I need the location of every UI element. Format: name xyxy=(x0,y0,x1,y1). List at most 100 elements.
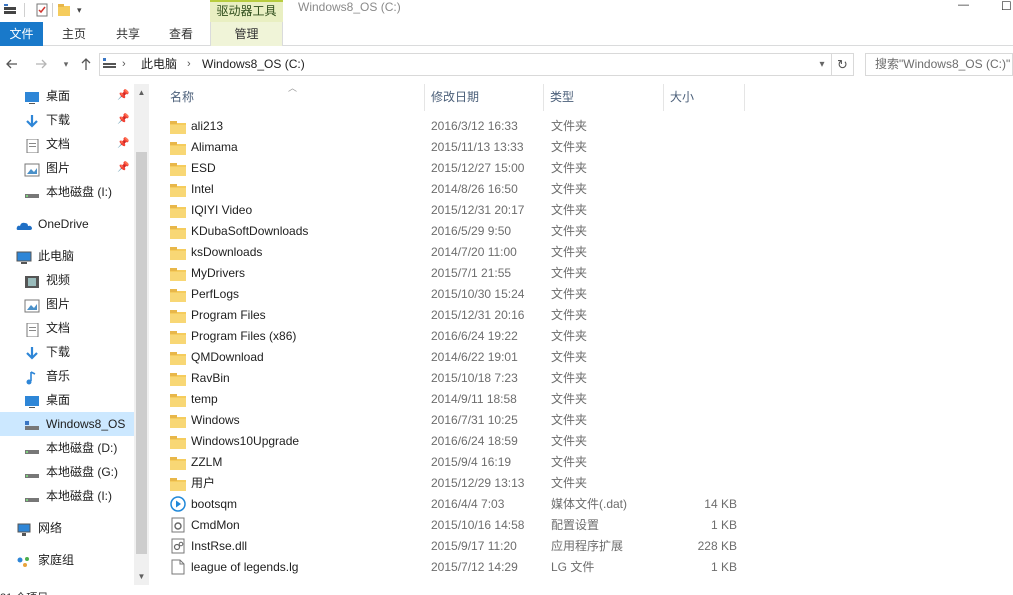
pin-icon: 📌 xyxy=(117,138,130,149)
recent-locations-chevron-icon[interactable]: ▾ xyxy=(58,56,74,72)
forward-arrow-icon[interactable] xyxy=(33,56,49,72)
file-row[interactable]: Program Files 2015/12/31 20:16 文件夹 xyxy=(170,305,750,326)
file-row[interactable]: MyDrivers 2015/7/1 21:55 文件夹 xyxy=(170,263,750,284)
navigation-bar: ▾ › 此电脑 › Windows8_OS (C:) ▾ ↻ 搜索"Window… xyxy=(0,52,1013,78)
desktop-icon xyxy=(24,393,40,408)
tab-manage[interactable]: 管理 xyxy=(210,22,283,46)
file-type: 文件夹 xyxy=(551,266,588,280)
column-divider[interactable] xyxy=(744,84,745,111)
minimize-button[interactable]: — xyxy=(958,0,978,14)
file-row[interactable]: QMDownload 2014/6/22 19:01 文件夹 xyxy=(170,347,750,368)
folder-icon xyxy=(170,141,186,155)
file-row[interactable]: Intel 2014/8/26 16:50 文件夹 xyxy=(170,179,750,200)
nav-item-desktop[interactable]: 桌面 xyxy=(0,388,134,412)
new-folder-icon[interactable] xyxy=(57,3,71,17)
breadcrumb-drive[interactable]: Windows8_OS (C:) xyxy=(202,54,305,75)
scroll-up-arrow-icon[interactable]: ▲ xyxy=(134,84,149,101)
file-row[interactable]: KDubaSoftDownloads 2016/5/29 9:50 文件夹 xyxy=(170,221,750,242)
nav-item-pictures[interactable]: 图片 xyxy=(0,292,134,316)
nav-item-videos[interactable]: 视频 xyxy=(0,268,134,292)
breadcrumb-chevron-icon[interactable]: › xyxy=(122,54,126,75)
folder-icon xyxy=(170,162,186,176)
file-name: Intel xyxy=(191,182,214,196)
file-row[interactable]: PerfLogs 2015/10/30 15:24 文件夹 xyxy=(170,284,750,305)
this-pc-icon xyxy=(103,58,117,70)
file-row[interactable]: RavBin 2015/10/18 7:23 文件夹 xyxy=(170,368,750,389)
nav-item-quick-drive-i[interactable]: 本地磁盘 (I:) xyxy=(0,180,134,204)
folder-icon xyxy=(170,477,186,491)
file-name: KDubaSoftDownloads xyxy=(191,224,309,238)
nav-item-onedrive[interactable]: OneDrive xyxy=(0,212,134,236)
nav-item-network[interactable]: 网络 xyxy=(0,516,134,540)
nav-item-drive-i[interactable]: 本地磁盘 (I:) xyxy=(0,484,134,508)
file-name: RavBin xyxy=(191,371,230,385)
file-row[interactable]: Alimama 2015/11/13 13:33 文件夹 xyxy=(170,137,750,158)
file-row[interactable]: Windows 2016/7/31 10:25 文件夹 xyxy=(170,410,750,431)
file-date: 2014/6/22 19:01 xyxy=(431,350,518,364)
nav-item-label: 家庭组 xyxy=(38,553,75,567)
nav-item-quick-pictures[interactable]: 图片 📌 xyxy=(0,156,134,180)
file-type: 文件夹 xyxy=(551,371,588,385)
breadcrumb-chevron-icon[interactable]: › xyxy=(187,54,191,75)
file-name: InstRse.dll xyxy=(191,539,248,553)
refresh-button[interactable]: ↻ xyxy=(832,53,854,76)
file-name: PerfLogs xyxy=(191,287,240,301)
column-header-date[interactable]: 修改日期 xyxy=(425,84,543,111)
nav-item-label: Windows8_OS xyxy=(46,417,126,431)
column-header-size[interactable]: 大小 xyxy=(664,84,744,111)
nav-item-documents[interactable]: 文档 xyxy=(0,316,134,340)
file-name: ESD xyxy=(191,161,216,175)
file-row[interactable]: league of legends.lg 2015/7/12 14:29 LG 文件… xyxy=(170,557,750,578)
properties-icon[interactable] xyxy=(35,3,49,17)
scrollbar-thumb[interactable] xyxy=(136,152,147,554)
file-name: Alimama xyxy=(191,140,238,154)
file-row[interactable]: Program Files (x86) 2016/6/24 19:22 文件夹 xyxy=(170,326,750,347)
column-header-type[interactable]: 类型 xyxy=(544,84,663,111)
file-row[interactable]: ksDownloads 2014/7/20 11:00 文件夹 xyxy=(170,242,750,263)
file-row[interactable]: bootsqm 2016/4/4 7:03 媒体文件(.dat) 14 KB xyxy=(170,494,750,515)
file-row[interactable]: ESD 2015/12/27 15:00 文件夹 xyxy=(170,158,750,179)
nav-item-drive-g[interactable]: 本地磁盘 (G:) xyxy=(0,460,134,484)
nav-item-quick-downloads[interactable]: 下载 📌 xyxy=(0,108,134,132)
address-dropdown-icon[interactable]: ▾ xyxy=(815,54,829,75)
back-arrow-icon[interactable] xyxy=(4,56,20,72)
file-date: 2015/7/12 14:29 xyxy=(431,560,518,574)
file-date: 2016/5/29 9:50 xyxy=(431,224,512,238)
nav-item-homegroup[interactable]: 家庭组 xyxy=(0,548,134,572)
file-row[interactable]: temp 2014/9/11 18:58 文件夹 xyxy=(170,389,750,410)
nav-item-this-pc[interactable]: 此电脑 xyxy=(0,244,134,268)
file-row[interactable]: CmdMon 2015/10/16 14:58 配置设置 1 KB xyxy=(170,515,750,536)
file-row[interactable]: ali213 2016/3/12 16:33 文件夹 xyxy=(170,116,750,137)
nav-item-quick-desktop[interactable]: 桌面 📌 xyxy=(0,84,134,108)
search-input[interactable]: 搜索"Windows8_OS (C:)" xyxy=(865,53,1013,76)
file-date: 2016/4/4 7:03 xyxy=(431,497,505,511)
file-date: 2016/6/24 19:22 xyxy=(431,329,518,343)
nav-item-downloads[interactable]: 下载 xyxy=(0,340,134,364)
file-row[interactable]: InstRse.dll 2015/9/17 11:20 应用程序扩展 228 KB xyxy=(170,536,750,557)
nav-item-quick-documents[interactable]: 文档 📌 xyxy=(0,132,134,156)
nav-pane-scrollbar[interactable]: ▲ ▼ xyxy=(134,84,149,585)
nav-item-music[interactable]: 音乐 xyxy=(0,364,134,388)
nav-item-windows8-os[interactable]: Windows8_OS xyxy=(0,412,134,436)
folder-icon xyxy=(170,414,186,428)
column-header-name[interactable]: 名称 xyxy=(164,84,424,111)
tab-share[interactable]: 共享 xyxy=(106,22,150,46)
tab-view[interactable]: 查看 xyxy=(159,22,203,46)
scroll-down-arrow-icon[interactable]: ▼ xyxy=(134,568,149,585)
nav-item-drive-d[interactable]: 本地磁盘 (D:) xyxy=(0,436,134,460)
up-arrow-icon[interactable] xyxy=(78,56,94,72)
nav-item-label: 下载 xyxy=(46,113,71,127)
maximize-button[interactable]: ☐ xyxy=(1001,0,1013,14)
file-row[interactable]: IQIYI Video 2015/12/31 20:17 文件夹 xyxy=(170,200,750,221)
app-icon[interactable] xyxy=(3,3,17,17)
customize-quick-access-icon[interactable]: ▾ xyxy=(77,3,91,17)
file-list: ali213 2016/3/12 16:33 文件夹 Alimama 2015/11/1… xyxy=(150,116,850,586)
file-date: 2015/10/18 7:23 xyxy=(431,371,518,385)
file-row[interactable]: Windows10Upgrade 2016/6/24 18:59 文件夹 xyxy=(170,431,750,452)
breadcrumb-this-pc[interactable]: 此电脑 xyxy=(141,54,177,75)
file-row[interactable]: 用户 2015/12/29 13:13 文件夹 xyxy=(170,473,750,494)
address-bar[interactable]: › 此电脑 › Windows8_OS (C:) ▾ xyxy=(99,53,832,76)
tab-home[interactable]: 主页 xyxy=(52,22,96,46)
file-row[interactable]: ZZLM 2015/9/4 16:19 文件夹 xyxy=(170,452,750,473)
tab-file[interactable]: 文件 xyxy=(0,22,43,46)
